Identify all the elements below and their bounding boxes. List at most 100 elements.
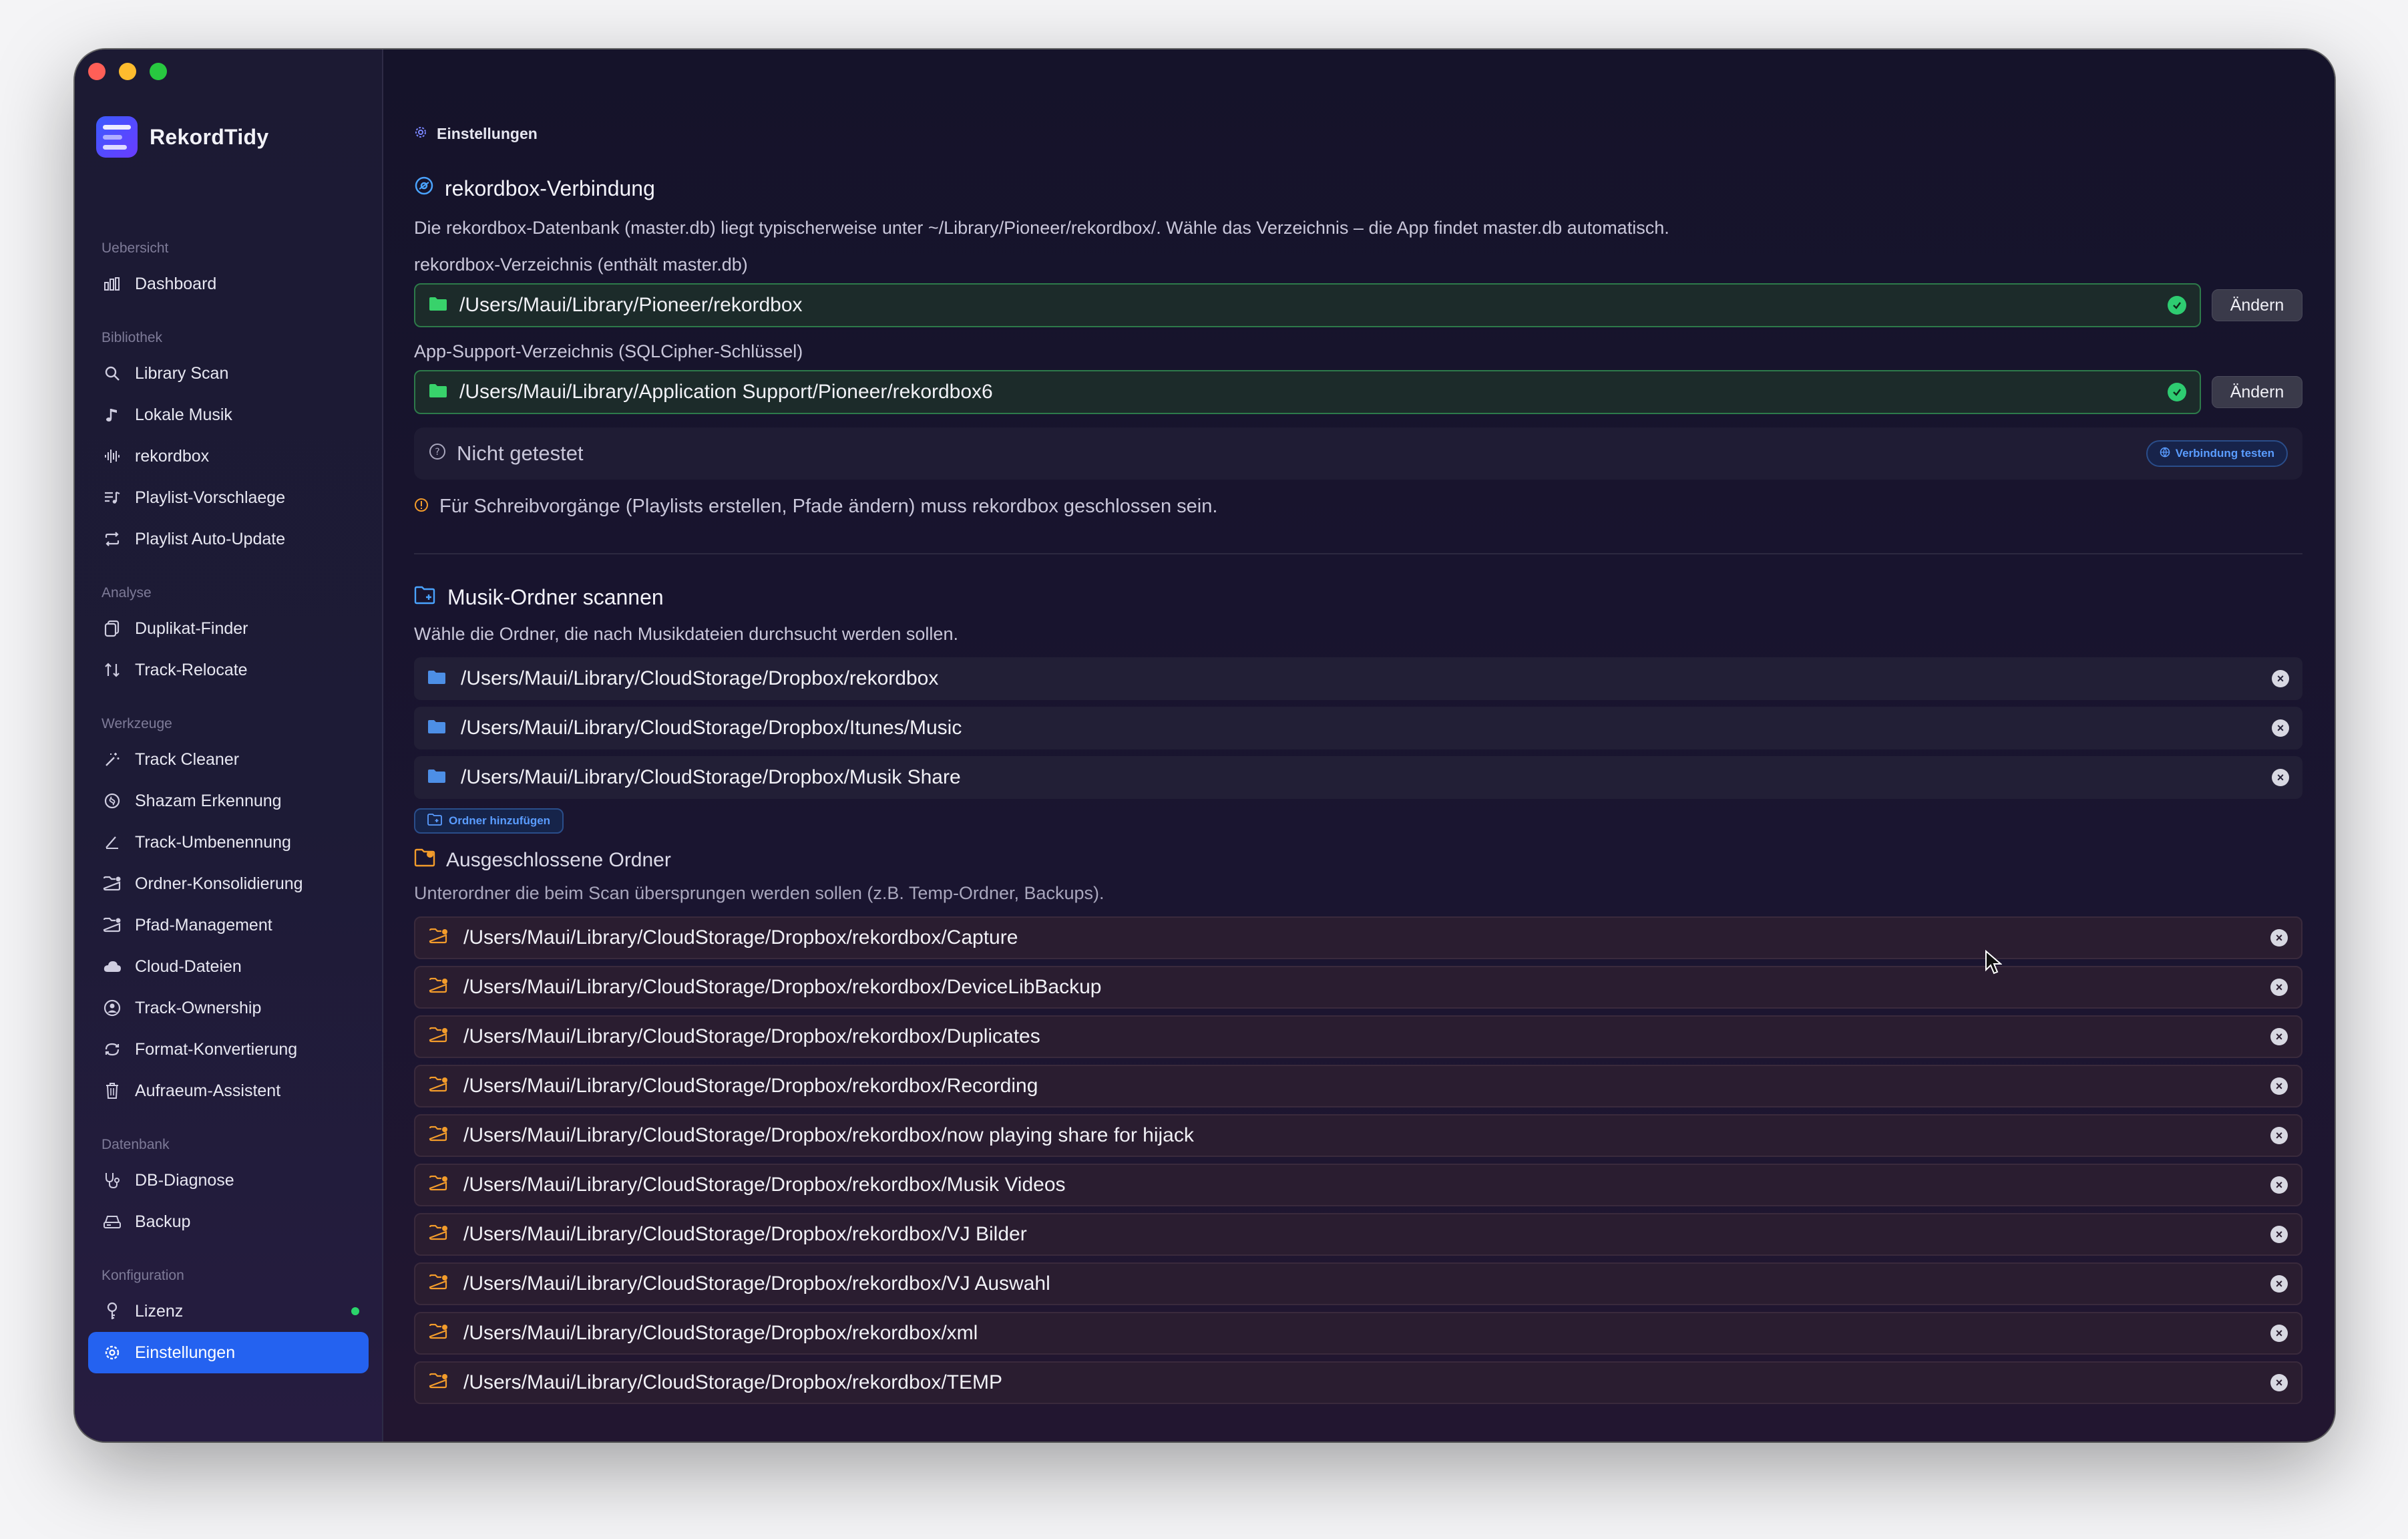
ownership-icon <box>102 997 123 1019</box>
gear-icon <box>102 1342 123 1363</box>
folder-icon <box>427 766 446 789</box>
main-content: Einstellungen rekordbox-Verbindung Die r… <box>383 49 2335 1441</box>
excluded-folder-row: /Users/Maui/Library/CloudStorage/Dropbox… <box>414 1312 2302 1355</box>
remove-folder-icon[interactable]: × <box>2272 719 2289 737</box>
remove-folder-icon[interactable]: × <box>2272 769 2289 786</box>
relocate-icon <box>102 659 123 681</box>
connection-status: ? Nicht getestet Verbindung testen <box>414 428 2302 480</box>
remove-folder-icon[interactable]: × <box>2270 929 2288 947</box>
sidebar-section-label: Analyse <box>102 585 152 601</box>
remove-folder-icon[interactable]: × <box>2270 1374 2288 1391</box>
sidebar-item-format-konvertierung[interactable]: Format-Konvertierung <box>88 1029 369 1070</box>
remove-folder-icon[interactable]: × <box>2270 1127 2288 1144</box>
sidebar-item-cloud-dateien[interactable]: Cloud-Dateien <box>88 946 369 987</box>
change-rekordbox-dir-button[interactable]: Ändern <box>2212 289 2302 321</box>
sidebar-section-label: Datenbank <box>102 1137 170 1152</box>
gear-icon <box>414 125 427 143</box>
test-connection-label: Verbindung testen <box>2175 447 2274 460</box>
add-folder-button[interactable]: Ordner hinzufügen <box>414 808 564 834</box>
connection-title: rekordbox-Verbindung <box>445 176 655 200</box>
sidebar-item-lizenz[interactable]: Lizenz <box>88 1291 369 1332</box>
sidebar-item-track-ownership[interactable]: Track-Ownership <box>88 987 369 1029</box>
sidebar-item-einstellungen[interactable]: Einstellungen <box>88 1332 369 1373</box>
question-circle-icon: ? <box>429 442 446 466</box>
sidebar-item-shazam-erkennung[interactable]: Shazam Erkennung <box>88 780 369 822</box>
folder-path: /Users/Maui/Library/CloudStorage/Dropbox… <box>463 1174 1066 1196</box>
excluded-folder-row: /Users/Maui/Library/CloudStorage/Dropbox… <box>414 1065 2302 1107</box>
folder-icon <box>429 294 447 317</box>
sidebar-item-label: Ordner-Konsolidierung <box>135 874 303 893</box>
drive-icon <box>102 1211 123 1232</box>
app-name: RekordTidy <box>150 124 269 149</box>
folder-excluded-icon <box>414 848 437 872</box>
remove-folder-icon[interactable]: × <box>2270 1325 2288 1342</box>
sidebar-item-track-relocate[interactable]: Track-Relocate <box>88 649 369 691</box>
close-window-button[interactable] <box>88 63 106 80</box>
sidebar-item-track-cleaner[interactable]: Track Cleaner <box>88 739 369 780</box>
remove-folder-icon[interactable]: × <box>2270 1226 2288 1243</box>
status-dot <box>351 1307 359 1315</box>
folder-icon <box>429 381 447 403</box>
excluded-folder-row: /Users/Maui/Library/CloudStorage/Dropbox… <box>414 1213 2302 1256</box>
folder-excluded-icon <box>429 1124 449 1147</box>
search-icon <box>102 363 123 384</box>
remove-folder-icon[interactable]: × <box>2270 1275 2288 1293</box>
magic-wand-icon <box>102 749 123 770</box>
zoom-window-button[interactable] <box>150 63 167 80</box>
folder-path: /Users/Maui/Library/CloudStorage/Dropbox… <box>461 717 962 739</box>
rekordbox-dir-field[interactable]: /Users/Maui/Library/Pioneer/rekordbox <box>414 283 2201 327</box>
sidebar-item-rekordbox[interactable]: rekordbox <box>88 436 369 477</box>
folder-icon <box>427 667 446 690</box>
change-app-support-dir-button[interactable]: Ändern <box>2212 376 2302 408</box>
folder-path: /Users/Maui/Library/CloudStorage/Dropbox… <box>463 1025 1040 1047</box>
excluded-folder-row: /Users/Maui/Library/CloudStorage/Dropbox… <box>414 1015 2302 1058</box>
cloud-icon <box>102 956 123 977</box>
sidebar-item-track-umbenennung[interactable]: Track-Umbenennung <box>88 822 369 863</box>
sidebar-item-library-scan[interactable]: Library Scan <box>88 353 369 394</box>
sidebar-item-db-diagnose[interactable]: DB-Diagnose <box>88 1160 369 1201</box>
folder-path: /Users/Maui/Library/CloudStorage/Dropbox… <box>461 667 939 689</box>
test-connection-button[interactable]: Verbindung testen <box>2146 440 2288 467</box>
folder-path: /Users/Maui/Library/CloudStorage/Dropbox… <box>463 1272 1050 1295</box>
remove-folder-icon[interactable]: × <box>2272 670 2289 687</box>
sidebar-item-backup[interactable]: Backup <box>88 1201 369 1242</box>
sidebar-item-duplikat-finder[interactable]: Duplikat-Finder <box>88 608 369 649</box>
sidebar-item-pfad-management[interactable]: Pfad-Management <box>88 904 369 946</box>
scan-section-title: Musik-Ordner scannen <box>414 582 2302 612</box>
remove-folder-icon[interactable]: × <box>2270 1077 2288 1095</box>
folder-excluded-icon <box>429 1223 449 1246</box>
sidebar-section-label: Werkzeuge <box>102 716 172 731</box>
waveform-icon <box>102 446 123 467</box>
sidebar-section-label: Uebersicht <box>102 240 169 256</box>
playlist-icon <box>102 487 123 508</box>
sidebar-item-label: Track-Ownership <box>135 998 262 1017</box>
sidebar-item-label: Library Scan <box>135 363 229 383</box>
excluded-folder-row: /Users/Maui/Library/CloudStorage/Dropbox… <box>414 1262 2302 1305</box>
app-support-dir-field[interactable]: /Users/Maui/Library/Application Support/… <box>414 370 2201 414</box>
sidebar-item-playlist-vorschlaege[interactable]: Playlist-Vorschlaege <box>88 477 369 518</box>
minimize-window-button[interactable] <box>119 63 136 80</box>
sidebar-item-label: Track Cleaner <box>135 749 240 769</box>
sidebar-item-ordner-konsolidierung[interactable]: Ordner-Konsolidierung <box>88 863 369 904</box>
sidebar-item-label: DB-Diagnose <box>135 1170 234 1190</box>
connection-status-text: Nicht getestet <box>457 442 584 465</box>
sidebar-item-dashboard[interactable]: Dashboard <box>88 263 369 305</box>
remove-folder-icon[interactable]: × <box>2270 979 2288 996</box>
checkmark-icon <box>2168 296 2186 315</box>
disc-icon <box>414 176 434 201</box>
rekordbox-dir-label: rekordbox-Verzeichnis (enthält master.db… <box>414 254 748 275</box>
write-warning-text: Für Schreibvorgänge (Playlists erstellen… <box>439 495 1218 517</box>
folder-excluded-icon <box>429 1025 449 1048</box>
sidebar-item-label: Aufraeum-Assistent <box>135 1081 281 1100</box>
sidebar-item-lokale-musik[interactable]: Lokale Musik <box>88 394 369 436</box>
remove-folder-icon[interactable]: × <box>2270 1176 2288 1194</box>
sidebar-item-playlist-auto-update[interactable]: Playlist Auto-Update <box>88 518 369 560</box>
folder-path: /Users/Maui/Library/CloudStorage/Dropbox… <box>463 1322 978 1344</box>
scan-folder-row: /Users/Maui/Library/CloudStorage/Dropbox… <box>414 657 2302 700</box>
sidebar-item-label: Backup <box>135 1212 191 1231</box>
remove-folder-icon[interactable]: × <box>2270 1028 2288 1045</box>
folder-add-icon <box>427 813 442 829</box>
sidebar-item-label: Cloud-Dateien <box>135 957 242 976</box>
sidebar-item-aufraeum-assistent[interactable]: Aufraeum-Assistent <box>88 1070 369 1112</box>
excluded-folder-row: /Users/Maui/Library/CloudStorage/Dropbox… <box>414 966 2302 1009</box>
